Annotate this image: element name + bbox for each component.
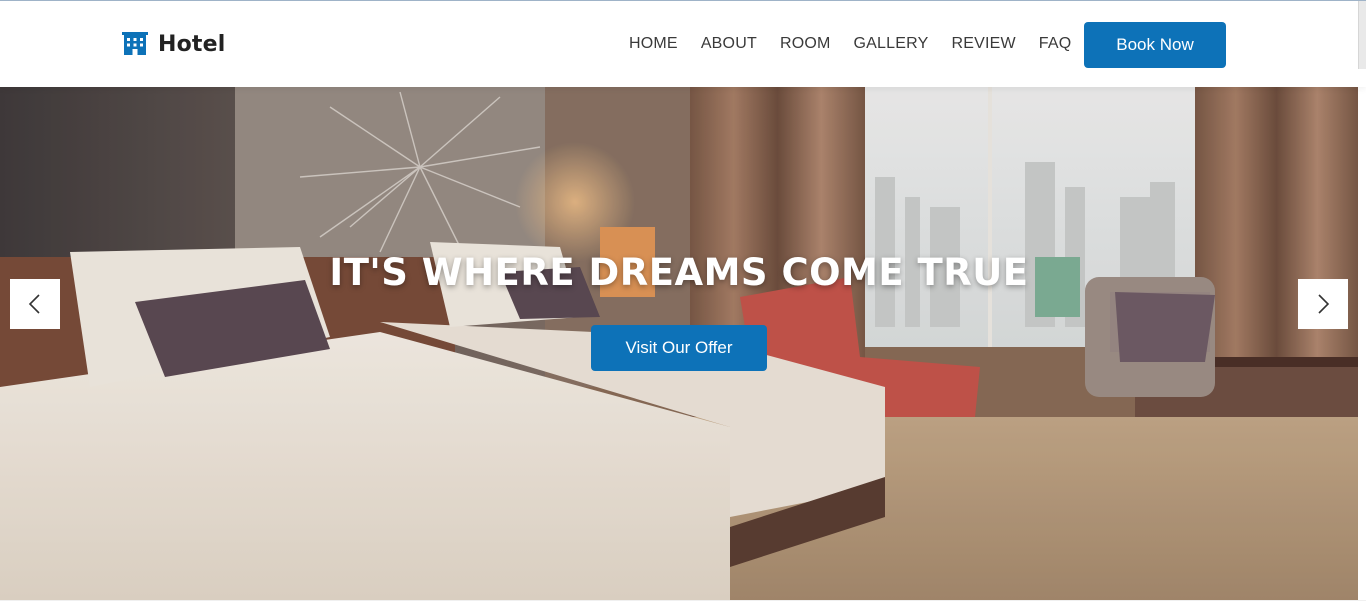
main-nav: HOME ABOUT ROOM GALLERY REVIEW FAQ — [629, 35, 1071, 53]
nav-about[interactable]: ABOUT — [701, 35, 757, 53]
nav-gallery[interactable]: GALLERY — [854, 35, 929, 53]
scrollbar[interactable] — [1358, 1, 1366, 69]
book-now-button[interactable]: Book Now — [1084, 22, 1226, 68]
slider-prev-button[interactable] — [10, 279, 60, 329]
brand-name: Hotel — [158, 31, 226, 57]
page: Hotel HOME ABOUT ROOM GALLERY REVIEW FAQ… — [0, 0, 1366, 601]
hero-slider: IT'S WHERE DREAMS COME TRUE Visit Our Of… — [0, 87, 1358, 600]
site-header: Hotel HOME ABOUT ROOM GALLERY REVIEW FAQ… — [0, 0, 1366, 87]
visit-offer-button[interactable]: Visit Our Offer — [591, 325, 767, 371]
slider-next-button[interactable] — [1298, 279, 1348, 329]
hotel-building-icon — [122, 32, 148, 55]
nav-home[interactable]: HOME — [629, 35, 678, 53]
chevron-left-icon — [28, 294, 40, 314]
hero-title: IT'S WHERE DREAMS COME TRUE — [329, 251, 1029, 294]
nav-room[interactable]: ROOM — [780, 35, 831, 53]
chevron-right-icon — [1318, 294, 1330, 314]
brand-logo[interactable]: Hotel — [122, 29, 226, 59]
nav-faq[interactable]: FAQ — [1039, 35, 1072, 53]
nav-review[interactable]: REVIEW — [951, 35, 1015, 53]
